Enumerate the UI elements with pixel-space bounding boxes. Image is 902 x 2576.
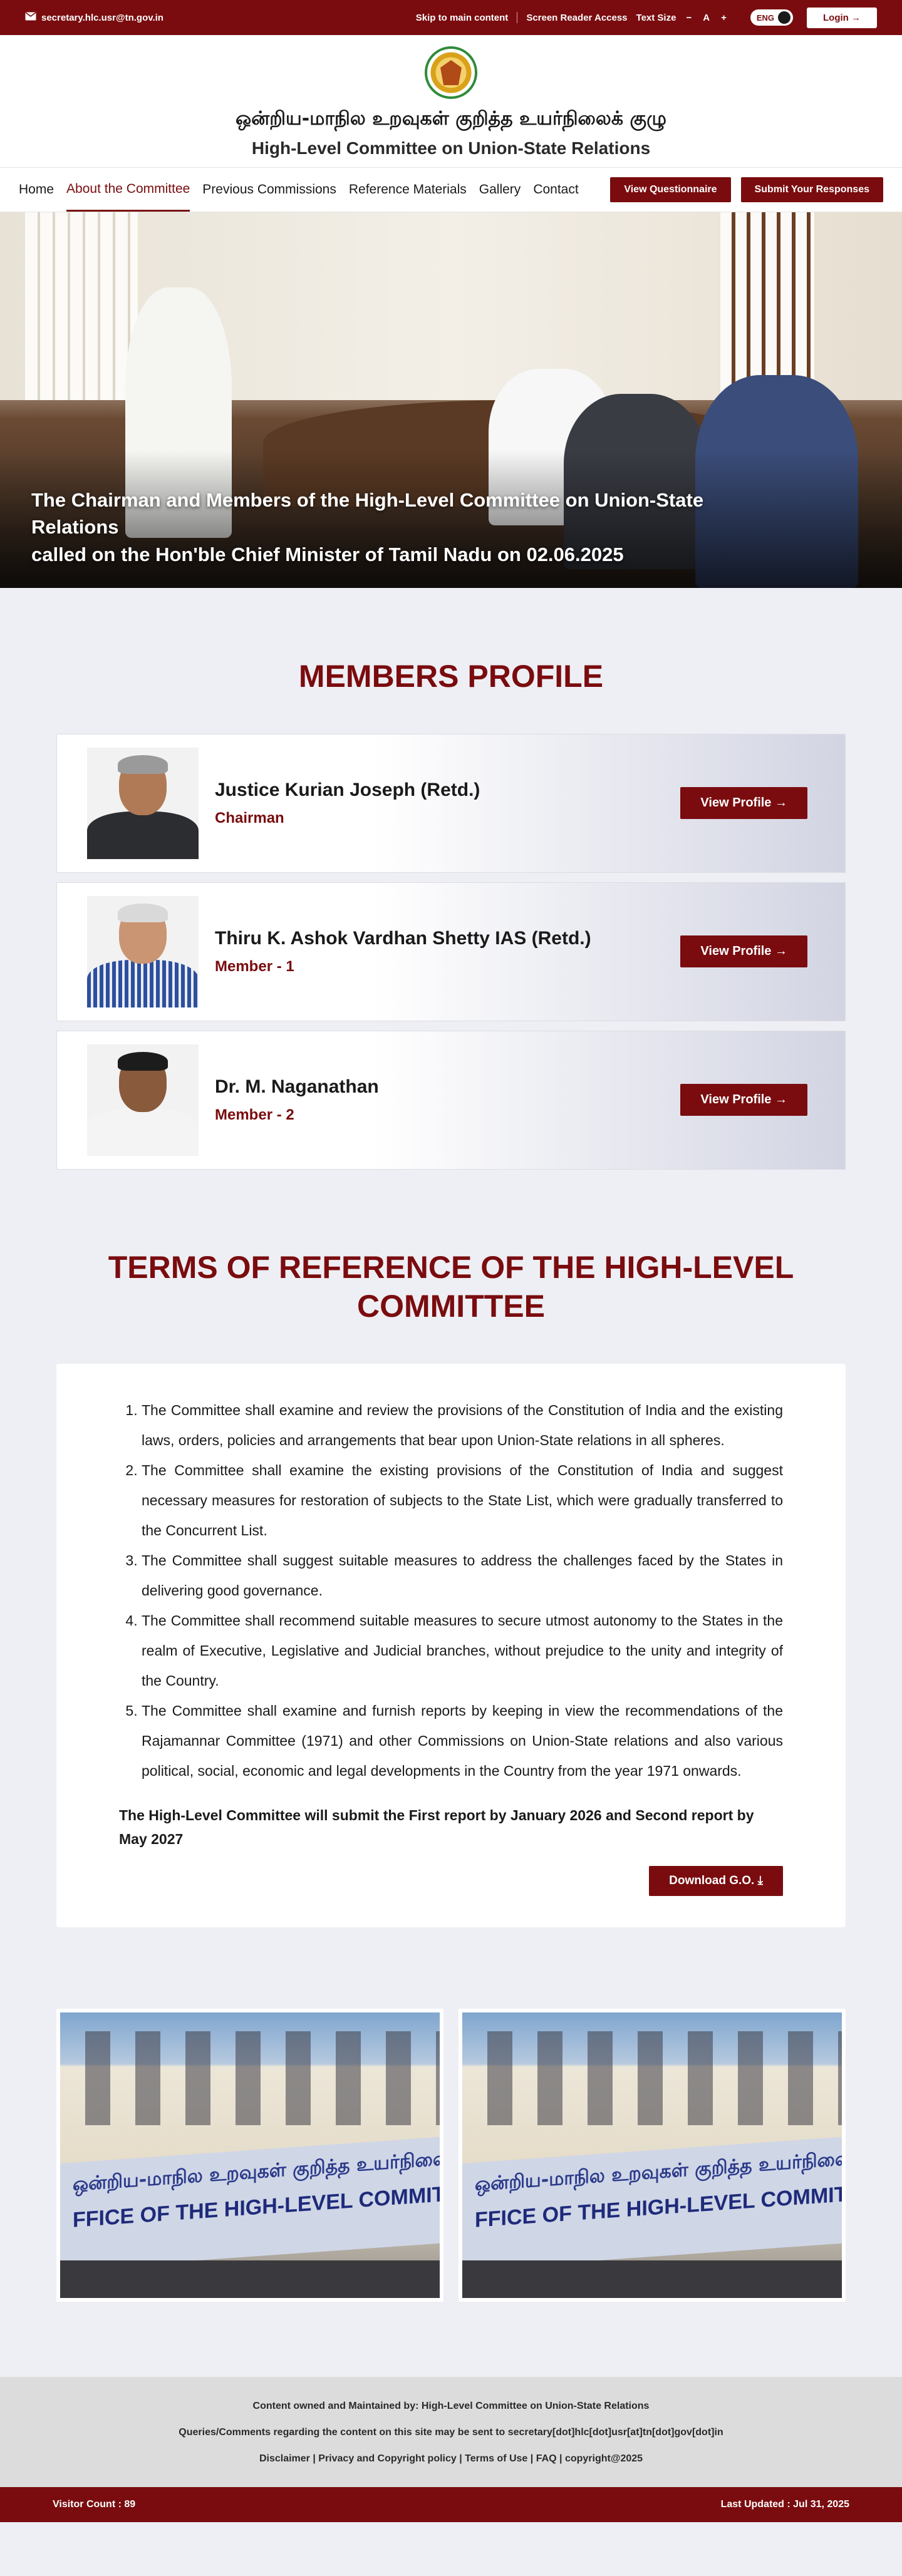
- text-increase-button[interactable]: +: [720, 13, 728, 23]
- photo-hair: [118, 1051, 168, 1071]
- gallery-section: ஒன்றிய-மாநில உறவுகள் குறித்த உயர்நிலைக் …: [56, 2008, 846, 2302]
- text-size-label: Text Size: [636, 12, 676, 23]
- site-footer: Content owned and Maintained by: High-Le…: [0, 2376, 902, 2487]
- text-decrease-button[interactable]: −: [685, 13, 693, 23]
- nav-previous-commissions[interactable]: Previous Commissions: [202, 168, 336, 212]
- member-photo: [87, 895, 199, 1007]
- footer-queries: Queries/Comments regarding the content o…: [179, 2426, 723, 2438]
- photo-hair: [118, 755, 168, 774]
- toggle-knob: [778, 11, 791, 24]
- member-role: Member - 1: [215, 957, 294, 975]
- contact-email[interactable]: secretary.hlc.usr@tn.gov.in: [25, 12, 163, 23]
- member-name: Justice Kurian Joseph (Retd.): [215, 779, 480, 800]
- top-utility-bar: secretary.hlc.usr@tn.gov.in Skip to main…: [0, 0, 902, 35]
- language-label: ENG: [756, 13, 774, 23]
- submit-responses-button[interactable]: Submit Your Responses: [740, 177, 883, 202]
- member-name: Dr. M. Naganathan: [215, 1076, 379, 1097]
- footer-ownership: Content owned and Maintained by: High-Le…: [252, 2400, 650, 2411]
- office-signboard: ஒன்றிய-மாநில உறவுகள் குறித்த உயர்நிலைக் …: [60, 2136, 440, 2270]
- nav-home[interactable]: Home: [19, 168, 54, 212]
- terms-card: The Committee shall examine and review t…: [56, 1363, 846, 1927]
- terms-list: The Committee shall examine and review t…: [119, 1395, 783, 1786]
- emblem-gopuram: [440, 60, 462, 85]
- nav-contact[interactable]: Contact: [533, 168, 578, 212]
- hero-caption: The Chairman and Members of the High-Lev…: [31, 487, 783, 568]
- gallery-image[interactable]: ஒன்றிய-மாநில உறவுகள் குறித்த உயர்நிலைக் …: [56, 2008, 443, 2302]
- site-header: ஒன்றிய-மாநில உறவுகள் குறித்த உயர்நிலைக் …: [0, 35, 902, 167]
- nav-reference-materials[interactable]: Reference Materials: [349, 168, 467, 212]
- list-item: The Committee shall examine the existing…: [142, 1455, 783, 1545]
- footer-links[interactable]: Disclaimer | Privacy and Copyright polic…: [0, 2446, 902, 2472]
- photo-shirt: [87, 959, 199, 1007]
- member-role: Chairman: [215, 809, 284, 827]
- member-card: Thiru K. Ashok Vardhan Shetty IAS (Retd.…: [56, 882, 846, 1021]
- visitor-count: Visitor Count : 89: [53, 2498, 136, 2510]
- member-photo: [87, 747, 199, 859]
- main-navigation: Home About the Committee Previous Commis…: [0, 167, 902, 212]
- building-windows: [60, 2031, 440, 2125]
- mail-icon: [25, 12, 36, 23]
- building-base: [60, 2260, 440, 2298]
- building-windows: [462, 2031, 842, 2125]
- view-profile-button[interactable]: View Profile →: [680, 1084, 807, 1116]
- report-timeline-note: The High-Level Committee will submit the…: [119, 1806, 754, 1847]
- site-title-tamil: ஒன்றிய-மாநில உறவுகள் குறித்த உயர்நிலைக் …: [235, 108, 666, 130]
- nav-about-committee[interactable]: About the Committee: [66, 168, 190, 212]
- text-normal-button[interactable]: A: [702, 13, 711, 23]
- members-section: MEMBERS PROFILE Justice Kurian Joseph (R…: [0, 588, 902, 1170]
- email-text: secretary.hlc.usr@tn.gov.in: [41, 12, 163, 23]
- skip-to-main-link[interactable]: Skip to main content: [416, 13, 509, 23]
- view-profile-button[interactable]: View Profile →: [680, 787, 807, 819]
- screen-reader-link[interactable]: Screen Reader Access: [526, 13, 627, 23]
- photo-shirt: [87, 811, 199, 859]
- terms-title: TERMS OF REFERENCE OF THE HIGH-LEVEL COM…: [108, 1249, 794, 1324]
- terms-of-reference-section: TERMS OF REFERENCE OF THE HIGH-LEVEL COM…: [0, 1179, 902, 1927]
- list-item: The Committee shall suggest suitable mea…: [142, 1545, 783, 1605]
- hero-photo-door-left: [25, 212, 138, 400]
- list-item: The Committee shall examine and furnish …: [142, 1696, 783, 1786]
- list-item: The Committee shall examine and review t…: [142, 1395, 783, 1455]
- download-go-button[interactable]: Download G.O. ⤓: [649, 1865, 783, 1896]
- members-title: MEMBERS PROFILE: [298, 659, 604, 694]
- gallery-image[interactable]: ஒன்றிய-மாநில உறவுகள் குறித்த உயர்நிலைக் …: [459, 2008, 846, 2302]
- building-base: [462, 2260, 842, 2298]
- view-profile-button[interactable]: View Profile →: [680, 935, 807, 967]
- member-card: Justice Kurian Joseph (Retd.) Chairman V…: [56, 733, 846, 873]
- member-name: Thiru K. Ashok Vardhan Shetty IAS (Retd.…: [215, 927, 591, 949]
- site-title-english: High-Level Committee on Union-State Rela…: [251, 138, 651, 158]
- member-card: Dr. M. Naganathan Member - 2 View Profil…: [56, 1030, 846, 1170]
- view-questionnaire-button[interactable]: View Questionnaire: [610, 177, 731, 202]
- photo-hair: [118, 903, 168, 922]
- photo-shirt: [87, 1108, 199, 1156]
- hero-caption-line-2: called on the Hon'ble Chief Minister of …: [31, 543, 624, 565]
- nav-gallery[interactable]: Gallery: [479, 168, 521, 212]
- footer-bottom-bar: Visitor Count : 89 Last Updated : Jul 31…: [0, 2486, 902, 2522]
- hero-caption-line-1: The Chairman and Members of the High-Lev…: [31, 488, 704, 538]
- member-role: Member - 2: [215, 1106, 294, 1123]
- member-photo: [87, 1044, 199, 1156]
- office-signboard: ஒன்றிய-மாநில உறவுகள் குறித்த உயர்நிலைக் …: [462, 2136, 842, 2270]
- hero-photo-door-right: [720, 212, 814, 400]
- list-item: The Committee shall recommend suitable m…: [142, 1605, 783, 1696]
- last-updated: Last Updated : Jul 31, 2025: [720, 2498, 849, 2510]
- login-button[interactable]: Login →: [807, 7, 877, 28]
- language-toggle[interactable]: ENG: [750, 9, 793, 26]
- hero-banner: The Chairman and Members of the High-Lev…: [0, 212, 902, 588]
- tamil-nadu-emblem-logo[interactable]: [425, 46, 477, 99]
